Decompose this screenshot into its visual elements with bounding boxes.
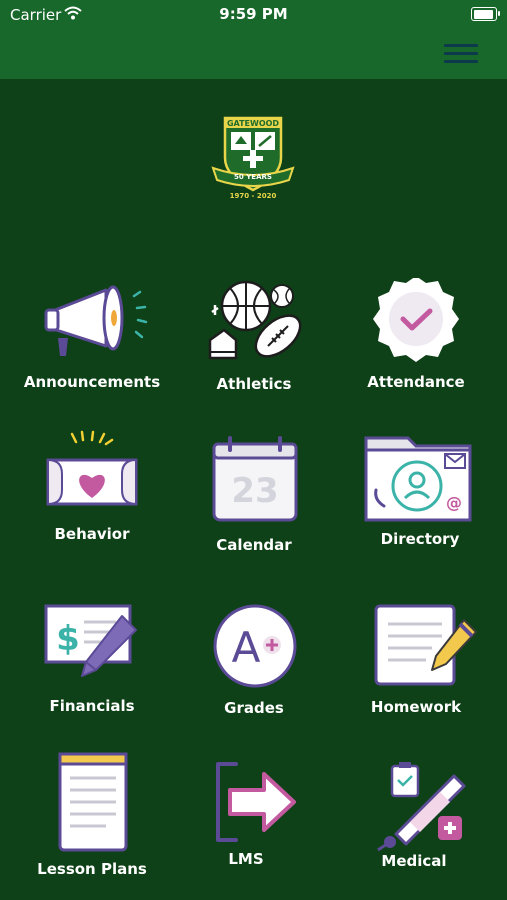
tile-label: LMS [228, 850, 264, 868]
clipboard-sheet-icon [58, 752, 128, 852]
battery-icon [471, 7, 500, 21]
contact-folder-icon: @ [364, 436, 472, 522]
checkmark-badge-icon [373, 278, 459, 362]
tile-behavior[interactable]: Behavior [22, 430, 162, 546]
tile-homework[interactable]: Homework [346, 600, 486, 718]
status-time: 9:59 PM [219, 5, 288, 23]
grade-letter: A [232, 623, 261, 672]
tile-label: Medical [381, 852, 447, 870]
tile-label: Attendance [367, 373, 465, 391]
status-bar: Carrier 9:59 PM [0, 0, 507, 30]
crest-years: 1970 - 2020 [230, 192, 277, 200]
invoice-pen-icon: $ [44, 604, 137, 677]
crest-name: GATEWOOD [227, 119, 279, 128]
notepad-pencil-icon [374, 604, 477, 686]
tile-label: Homework [370, 698, 462, 716]
battery-fill [473, 9, 493, 19]
hamburger-menu-icon[interactable] [444, 40, 478, 68]
megaphone-icon [44, 285, 148, 356]
crest-ribbon-text: 50 YEARS [234, 173, 272, 181]
login-arrow-icon [216, 762, 296, 842]
tile-label: Financials [49, 697, 135, 715]
svg-text:$: $ [56, 619, 80, 659]
tile-directory[interactable]: @ Directory [350, 430, 490, 550]
tile-financials[interactable]: $ Financials [22, 598, 162, 716]
tile-announcements[interactable]: Announcements [22, 278, 162, 396]
calendar-day: 23 [231, 471, 278, 511]
tile-lesson-plans[interactable]: Lesson Plans [22, 752, 162, 882]
tile-calendar[interactable]: 23 Calendar [184, 436, 324, 554]
calendar-icon: 23 [212, 436, 298, 522]
sports-balls-icon [208, 280, 302, 360]
heart-ticket-icon [46, 430, 138, 506]
tile-label: Calendar [216, 536, 292, 554]
grade-circle-icon: A [213, 604, 297, 688]
thermometer-clipboard-icon [377, 762, 466, 852]
svg-text:@: @ [446, 493, 462, 512]
tile-attendance[interactable]: Attendance [346, 278, 486, 396]
tile-label: Behavior [54, 525, 130, 543]
tile-grades[interactable]: A Grades [184, 604, 324, 722]
tile-athletics[interactable]: Athletics [184, 278, 324, 396]
school-crest-logo: GATEWOOD 50 YEARS 1970 - 2020 [211, 116, 295, 200]
tile-label: Lesson Plans [37, 860, 147, 878]
tile-label: Directory [380, 530, 460, 548]
tile-label: Announcements [23, 373, 161, 391]
tile-label: Athletics [216, 375, 292, 393]
tile-label: Grades [224, 699, 284, 717]
tile-medical[interactable]: Medical [344, 758, 484, 880]
tile-lms[interactable]: LMS [176, 760, 316, 880]
nav-bar [0, 30, 507, 79]
